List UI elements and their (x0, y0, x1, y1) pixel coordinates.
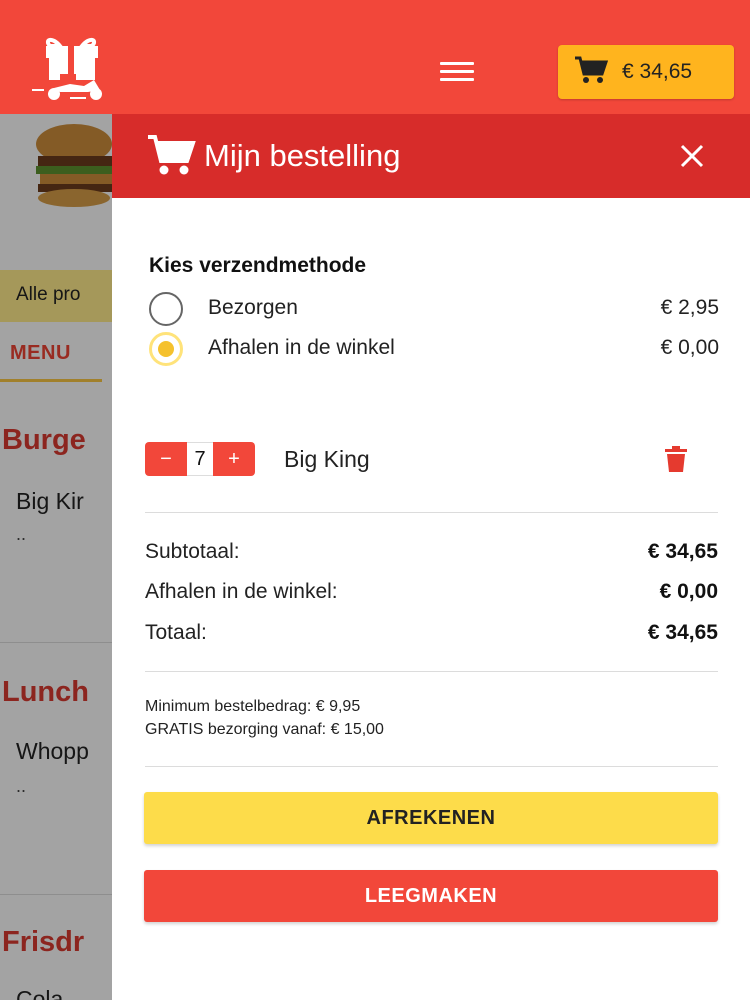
shipping-method-label: Kies verzendmethode (149, 254, 367, 277)
checkout-button[interactable]: AFREKENEN (144, 792, 718, 844)
minimum-order-note: Minimum bestelbedrag: € 9,95 (145, 698, 361, 715)
order-drawer: Mijn bestelling Kies verzendmethode Bezo… (112, 114, 750, 1000)
summary-label: Afhalen in de winkel: (145, 580, 338, 603)
quantity-value[interactable]: 7 (187, 442, 213, 476)
logo-icon[interactable] (30, 34, 116, 104)
free-delivery-note: GRATIS bezorging vanaf: € 15,00 (145, 721, 384, 738)
decrease-quantity-button[interactable]: − (145, 442, 187, 476)
shipping-option-bezorgen[interactable]: Bezorgen € 2,95 (149, 290, 719, 326)
quantity-stepper: − 7 + (145, 442, 255, 476)
radio-button[interactable] (149, 332, 183, 366)
shopping-cart-icon (146, 134, 196, 181)
summary-row-total: Totaal: € 34,65 (145, 621, 718, 649)
summary-row-shipping: Afhalen in de winkel: € 0,00 (145, 580, 718, 608)
cart-button[interactable]: € 34,65 (558, 45, 734, 99)
top-bar: € 34,65 (0, 0, 750, 114)
drawer-title: Mijn bestelling (204, 138, 401, 173)
divider (145, 671, 718, 672)
shipping-option-price: € 2,95 (660, 296, 719, 319)
summary-value: € 0,00 (659, 580, 718, 603)
modal-overlay[interactable] (0, 114, 112, 1000)
trash-icon[interactable] (664, 446, 688, 472)
drawer-header: Mijn bestelling (112, 114, 750, 198)
summary-value: € 34,65 (647, 540, 718, 563)
shipping-option-label: Afhalen in de winkel (208, 336, 395, 359)
summary-value: € 34,65 (647, 621, 718, 644)
hamburger-menu-icon[interactable] (440, 62, 474, 82)
cart-total: € 34,65 (622, 60, 693, 83)
shipping-option-price: € 0,00 (660, 336, 719, 359)
increase-quantity-button[interactable]: + (213, 442, 255, 476)
divider (145, 512, 718, 513)
summary-label: Subtotaal: (145, 540, 240, 563)
cart-item-name: Big King (284, 446, 370, 472)
shipping-option-afhalen[interactable]: Afhalen in de winkel € 0,00 (149, 330, 719, 366)
shipping-option-label: Bezorgen (208, 296, 298, 319)
empty-cart-button[interactable]: LEEGMAKEN (144, 870, 718, 922)
shopping-cart-icon (574, 56, 609, 89)
radio-button[interactable] (149, 292, 183, 326)
divider (145, 766, 718, 767)
summary-row-subtotal: Subtotaal: € 34,65 (145, 540, 718, 568)
close-icon[interactable] (678, 142, 706, 170)
summary-label: Totaal: (145, 621, 207, 644)
